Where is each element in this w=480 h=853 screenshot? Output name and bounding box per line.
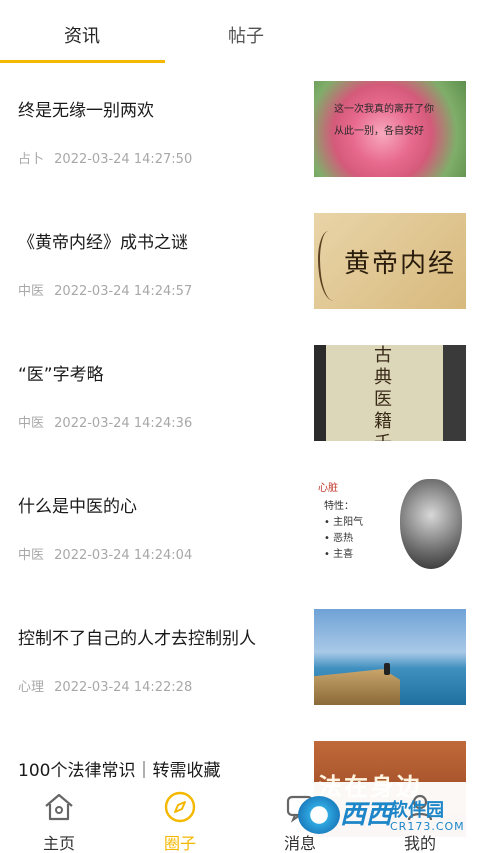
watermark-domain: CR173.COM [390, 820, 465, 833]
item-category: 中医 [18, 416, 45, 431]
item-thumbnail: 心脏 特性： • 主阳气 • 恶热 • 主喜 [314, 477, 466, 573]
item-time: 2022-03-24 14:22:28 [54, 680, 193, 695]
home-icon [45, 793, 73, 821]
item-category: 心理 [18, 680, 45, 695]
thumbnail-caption: 古典医籍千字 [374, 345, 392, 441]
list-item[interactable]: “医”字考略 中医 2022-03-24 14:24:36 古典医籍千字 [0, 328, 480, 460]
item-time: 2022-03-24 14:27:50 [54, 152, 193, 167]
item-title: 什么是中医的心 [18, 497, 137, 517]
watermark-brand: 西西 [340, 800, 393, 830]
nav-circle-label: 圈子 [163, 834, 196, 853]
item-time: 2022-03-24 14:24:04 [54, 548, 193, 563]
figure-illustration [318, 231, 344, 301]
item-title: 100个法律常识｜转需收藏 [18, 761, 221, 781]
item-meta: 中医 2022-03-24 14:24:04 [18, 544, 192, 563]
item-thumbnail [314, 609, 466, 705]
list-item[interactable]: 终是无缘一别两欢 占卜 2022-03-24 14:27:50 这一次我真的离开… [0, 64, 480, 196]
item-title: “医”字考略 [18, 365, 104, 385]
item-category: 占卜 [18, 152, 45, 167]
item-thumbnail: 这一次我真的离开了你 从此一别，各自安好 [314, 81, 466, 177]
thumbnail-subcaption: 特性： • 主阳气 • 恶热 • 主喜 [324, 501, 364, 560]
item-time: 2022-03-24 14:24:36 [54, 416, 193, 431]
item-thumbnail: 黄帝内经 [314, 213, 466, 309]
list-item[interactable]: 什么是中医的心 中医 2022-03-24 14:24:04 心脏 特性： • … [0, 460, 480, 592]
list-item[interactable]: 《黄帝内经》成书之谜 中医 2022-03-24 14:24:57 黄帝内经 [0, 196, 480, 328]
compass-icon [164, 791, 196, 823]
item-thumbnail: 古典医籍千字 [314, 345, 466, 441]
item-meta: 占卜 2022-03-24 14:27:50 [18, 148, 192, 167]
person-figure [384, 663, 390, 675]
item-time: 2022-03-24 14:24:57 [54, 284, 193, 299]
item-meta: 心理 2022-03-24 14:22:28 [18, 676, 192, 695]
watermark: 西西 软件园 CR173.COM [290, 790, 470, 840]
item-category: 中医 [18, 284, 45, 299]
item-title: 《黄帝内经》成书之谜 [18, 233, 188, 253]
item-title: 控制不了自己的人才去控制别人 [18, 629, 256, 649]
thumbnail-caption: 黄帝内经 [344, 249, 457, 279]
item-title: 终是无缘一别两欢 [18, 101, 154, 121]
nav-circle[interactable]: 圈子 [145, 790, 215, 853]
heart-illustration [400, 479, 462, 569]
thumbnail-caption: 这一次我真的离开了你 从此一别，各自安好 [334, 104, 434, 137]
item-category: 中医 [18, 548, 45, 563]
item-meta: 中医 2022-03-24 14:24:36 [18, 412, 192, 431]
nav-home-label: 主页 [42, 834, 75, 853]
watermark-logo-icon [298, 796, 340, 834]
thumbnail-caption: 心脏 [318, 483, 338, 494]
top-tab-bar: 资讯 帖子 [0, 0, 480, 64]
watermark-name: 软件园 [390, 800, 444, 821]
item-meta: 中医 2022-03-24 14:24:57 [18, 280, 192, 299]
tab-posts[interactable]: 帖子 [228, 22, 264, 48]
list-item[interactable]: 控制不了自己的人才去控制别人 心理 2022-03-24 14:22:28 [0, 592, 480, 724]
nav-home[interactable]: 主页 [24, 790, 94, 853]
tab-news[interactable]: 资讯 [64, 22, 100, 48]
tab-active-indicator [0, 60, 165, 63]
